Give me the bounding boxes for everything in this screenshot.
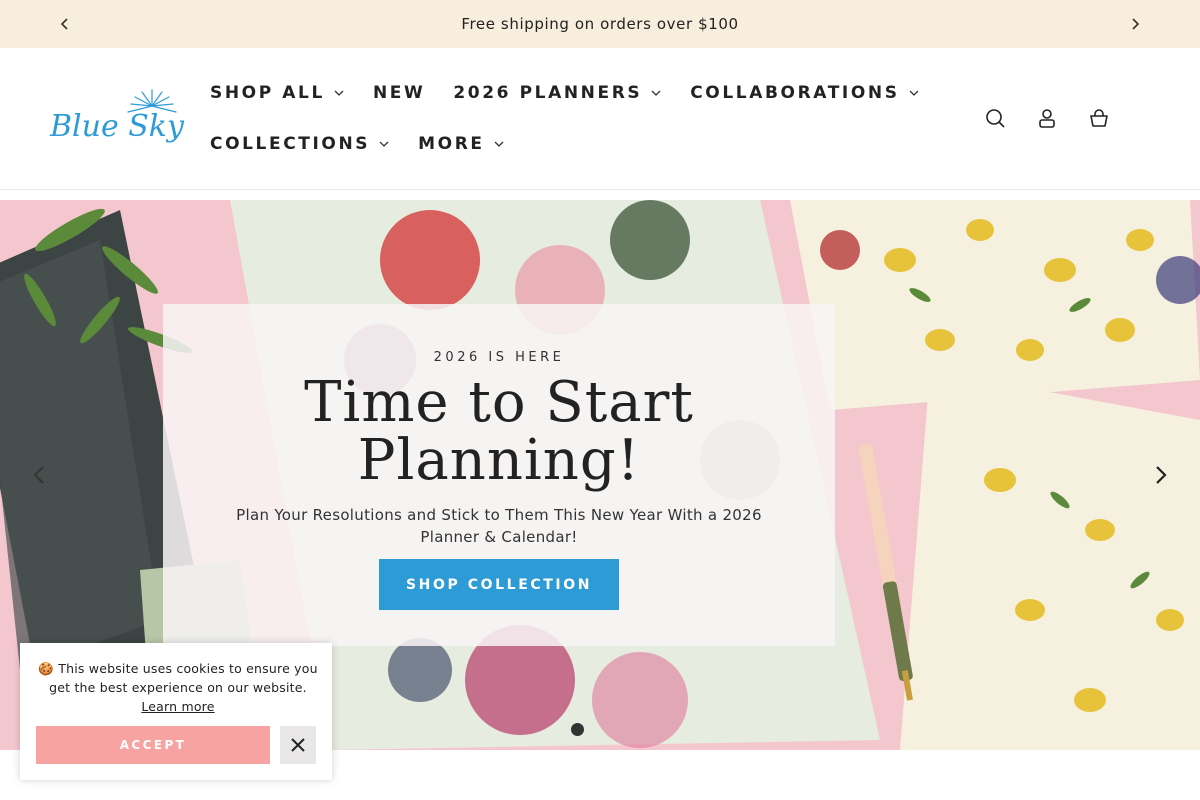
nav-collaborations[interactable]: COLLABORATIONS bbox=[690, 82, 919, 104]
nav-label: COLLABORATIONS bbox=[690, 83, 900, 103]
nav-more[interactable]: MORE bbox=[418, 133, 504, 155]
account-icon[interactable] bbox=[1035, 106, 1059, 130]
announcement-prev-button[interactable] bbox=[53, 12, 77, 36]
accept-cookies-button[interactable]: ACCEPT bbox=[36, 726, 270, 764]
announcement-text: Free shipping on orders over $100 bbox=[461, 15, 739, 33]
search-icon[interactable] bbox=[983, 106, 1007, 130]
cookie-banner: 🍪 This website uses cookies to ensure yo… bbox=[20, 643, 332, 780]
cookie-icon: 🍪 bbox=[38, 661, 55, 676]
nav-label: COLLECTIONS bbox=[210, 134, 371, 154]
nav-label: NEW bbox=[372, 83, 426, 103]
hero-prev-button[interactable] bbox=[28, 463, 52, 487]
announcement-bar: Free shipping on orders over $100 bbox=[0, 0, 1200, 48]
site-header: Blue Sky SHOP ALL NEW 2026 PLANNERS COLL… bbox=[0, 48, 1200, 190]
nav-collections[interactable]: COLLECTIONS bbox=[210, 133, 390, 155]
nav-2026-planners[interactable]: 2026 PLANNERS bbox=[453, 82, 662, 104]
chevron-down-icon bbox=[334, 90, 344, 96]
close-cookie-button[interactable] bbox=[280, 726, 316, 764]
hero-eyebrow: 2026 IS HERE bbox=[433, 350, 565, 365]
hero-title: Time to Start Planning! bbox=[304, 370, 694, 493]
hero-content-card: 2026 IS HERE Time to Start Planning! Pla… bbox=[163, 304, 835, 646]
cart-icon[interactable] bbox=[1087, 106, 1111, 130]
shop-collection-button[interactable]: SHOP COLLECTION bbox=[379, 559, 619, 610]
hero-subtitle: Plan Your Resolutions and Stick to Them … bbox=[236, 506, 762, 546]
main-nav-row-1: SHOP ALL NEW 2026 PLANNERS COLLABORATION… bbox=[210, 82, 948, 104]
cookie-message: 🍪 This website uses cookies to ensure yo… bbox=[34, 659, 322, 716]
blue-sky-logo[interactable]: Blue Sky bbox=[48, 84, 188, 156]
announcement-next-button[interactable] bbox=[1123, 12, 1147, 36]
nav-shop-all[interactable]: SHOP ALL bbox=[210, 82, 345, 104]
hero-next-button[interactable] bbox=[1148, 463, 1172, 487]
chevron-right-icon bbox=[1132, 18, 1140, 30]
nav-label: MORE bbox=[418, 134, 485, 154]
chevron-down-icon bbox=[909, 90, 919, 96]
cookie-text: This website uses cookies to ensure you … bbox=[49, 661, 318, 695]
svg-text:Blue Sky: Blue Sky bbox=[49, 109, 185, 144]
nav-label: SHOP ALL bbox=[210, 83, 325, 103]
close-icon bbox=[291, 738, 305, 752]
chevron-down-icon bbox=[651, 90, 661, 96]
nav-label: 2026 PLANNERS bbox=[453, 83, 643, 103]
chevron-left-icon bbox=[60, 18, 68, 30]
chevron-down-icon bbox=[494, 141, 504, 147]
chevron-down-icon bbox=[379, 141, 389, 147]
learn-more-link[interactable]: Learn more bbox=[141, 699, 214, 714]
main-nav-row-2: COLLECTIONS MORE bbox=[210, 133, 533, 155]
slide-dot-active[interactable] bbox=[571, 723, 584, 736]
nav-new[interactable]: NEW bbox=[373, 82, 425, 104]
